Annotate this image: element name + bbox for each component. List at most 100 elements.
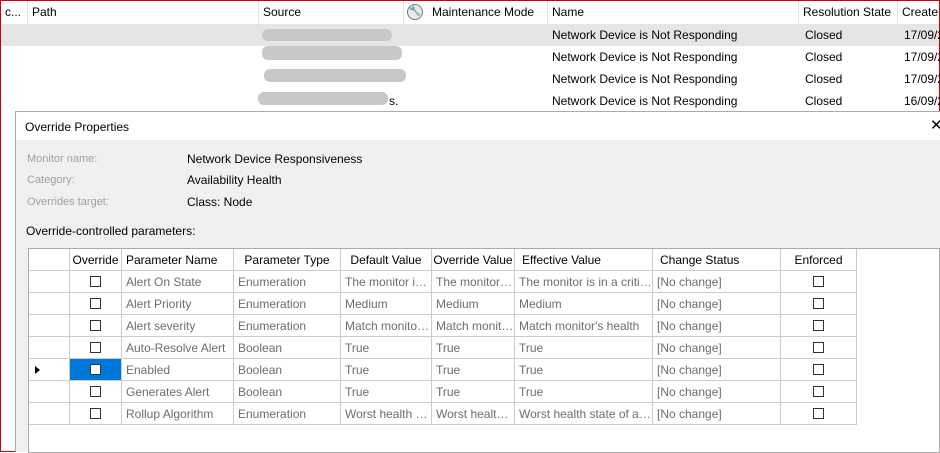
override-checkbox[interactable] [90, 276, 101, 288]
alert-row[interactable]: s. Network Device is Not Responding Clos… [1, 90, 940, 112]
override-value[interactable]: True [432, 381, 515, 403]
row-header[interactable] [29, 271, 70, 293]
alert-name: Network Device is Not Responding [552, 94, 738, 108]
override-checkbox-cell[interactable] [70, 315, 122, 337]
override-checkbox[interactable] [90, 364, 101, 376]
effective-value: True [515, 337, 653, 359]
monitor-name-value: Network Device Responsiveness [187, 152, 363, 166]
parameter-type: Boolean [234, 337, 341, 359]
column-header-path[interactable]: Path [28, 1, 259, 24]
change-status: [No change] [653, 315, 781, 337]
column-header-name[interactable]: Name [548, 1, 799, 24]
override-value[interactable]: The monitor is... [432, 271, 515, 293]
row-header[interactable] [29, 381, 70, 403]
category-value: Availability Health [187, 173, 282, 187]
row-header[interactable] [29, 315, 70, 337]
parameter-name: Generates Alert [122, 381, 234, 403]
override-properties-dialog: Override Properties ✕ Monitor name: Netw… [15, 111, 940, 453]
column-header-default-value[interactable]: Default Value [341, 249, 432, 271]
enforced-checkbox-cell[interactable] [781, 315, 857, 337]
column-header-created[interactable]: Create [898, 1, 939, 24]
alerts-grid-header: c... Path Source Maintenance Mode Name R… [1, 1, 939, 25]
default-value: True [341, 381, 432, 403]
column-header-enforced[interactable]: Enforced [781, 249, 857, 271]
enforced-checkbox-cell[interactable] [781, 293, 857, 315]
parameter-type: Enumeration [234, 271, 341, 293]
enforced-checkbox-cell[interactable] [781, 271, 857, 293]
override-checkbox-cell[interactable] [70, 359, 122, 381]
column-header-resolution-state[interactable]: Resolution State [799, 1, 898, 24]
change-status: [No change] [653, 381, 781, 403]
enforced-checkbox[interactable] [813, 298, 824, 310]
override-value[interactable]: True [432, 337, 515, 359]
override-checkbox-cell[interactable] [70, 403, 122, 425]
override-checkbox[interactable] [90, 298, 101, 310]
alert-name: Network Device is Not Responding [552, 50, 738, 64]
row-header[interactable] [29, 359, 70, 381]
alert-row[interactable]: Network Device is Not Responding Closed … [1, 68, 940, 90]
column-header-maintenance-mode[interactable]: Maintenance Mode [404, 1, 548, 24]
enforced-checkbox[interactable] [813, 342, 824, 354]
override-checkbox-cell[interactable] [70, 381, 122, 403]
override-checkbox-cell[interactable] [70, 337, 122, 359]
alert-row[interactable]: Network Device is Not Responding Closed … [1, 46, 940, 68]
override-checkbox[interactable] [90, 320, 101, 332]
override-value[interactable]: Medium [432, 293, 515, 315]
dialog-titlebar[interactable]: Override Properties ✕ [16, 112, 940, 140]
override-value[interactable]: Match monito... [432, 315, 515, 337]
parameter-name: Rollup Algorithm [122, 403, 234, 425]
wrench-icon: 🔧 [407, 4, 423, 20]
effective-value: Match monitor's health [515, 315, 653, 337]
column-header-change-status[interactable]: Change Status [653, 249, 781, 271]
close-icon[interactable]: ✕ [930, 116, 940, 134]
enforced-checkbox[interactable] [813, 276, 824, 288]
override-checkbox[interactable] [90, 342, 101, 354]
column-header-source[interactable]: Source [259, 1, 404, 24]
effective-value: Worst health state of any ... [515, 403, 653, 425]
enforced-checkbox[interactable] [813, 320, 824, 332]
column-header-effective-value[interactable]: Effective Value [515, 249, 653, 271]
override-checkbox-cell[interactable] [70, 271, 122, 293]
enforced-checkbox-cell[interactable] [781, 337, 857, 359]
redacted-source [264, 69, 406, 82]
column-header-parameter-type[interactable]: Parameter Type [234, 249, 341, 271]
redacted-source [262, 29, 392, 41]
default-value: Match monitor's... [341, 315, 432, 337]
parameter-name: Alert On State [122, 271, 234, 293]
enforced-checkbox[interactable] [813, 386, 824, 398]
column-header-override[interactable]: Override [70, 249, 122, 271]
overrides-target-label: Overrides target: [27, 196, 109, 208]
column-header-c[interactable]: c... [1, 1, 28, 24]
alert-created: 17/09/2 [904, 28, 940, 42]
row-header[interactable] [29, 293, 70, 315]
effective-value: Medium [515, 293, 653, 315]
default-value: Worst health st... [341, 403, 432, 425]
override-parameters-grid: Override Parameter Name Parameter Type D… [28, 248, 940, 453]
override-checkbox[interactable] [90, 386, 101, 398]
dialog-title: Override Properties [25, 120, 130, 134]
alert-resolution-state: Closed [805, 28, 843, 42]
alert-row[interactable]: Network Device is Not Responding Closed … [1, 24, 940, 46]
alert-created: 17/09/2 [904, 50, 940, 64]
alert-resolution-state: Closed [805, 50, 843, 64]
override-value[interactable]: Worst health ... [432, 403, 515, 425]
alert-created: 16/09/2 [904, 94, 940, 108]
column-header-override-value[interactable]: Override Value [432, 249, 515, 271]
change-status: [No change] [653, 359, 781, 381]
alert-resolution-state: Closed [805, 94, 843, 108]
row-header[interactable] [29, 403, 70, 425]
enforced-checkbox[interactable] [813, 364, 824, 376]
override-checkbox-cell[interactable] [70, 293, 122, 315]
enforced-checkbox-cell[interactable] [781, 381, 857, 403]
enforced-checkbox-cell[interactable] [781, 403, 857, 425]
enforced-checkbox[interactable] [813, 408, 824, 420]
override-checkbox[interactable] [90, 408, 101, 420]
alert-created: 17/09/2 [904, 72, 940, 86]
column-header-parameter-name[interactable]: Parameter Name [122, 249, 234, 271]
override-value[interactable]: True [432, 359, 515, 381]
row-header[interactable] [29, 337, 70, 359]
change-status: [No change] [653, 271, 781, 293]
parameter-name: Auto-Resolve Alert [122, 337, 234, 359]
enforced-checkbox-cell[interactable] [781, 359, 857, 381]
parameter-name: Alert severity [122, 315, 234, 337]
